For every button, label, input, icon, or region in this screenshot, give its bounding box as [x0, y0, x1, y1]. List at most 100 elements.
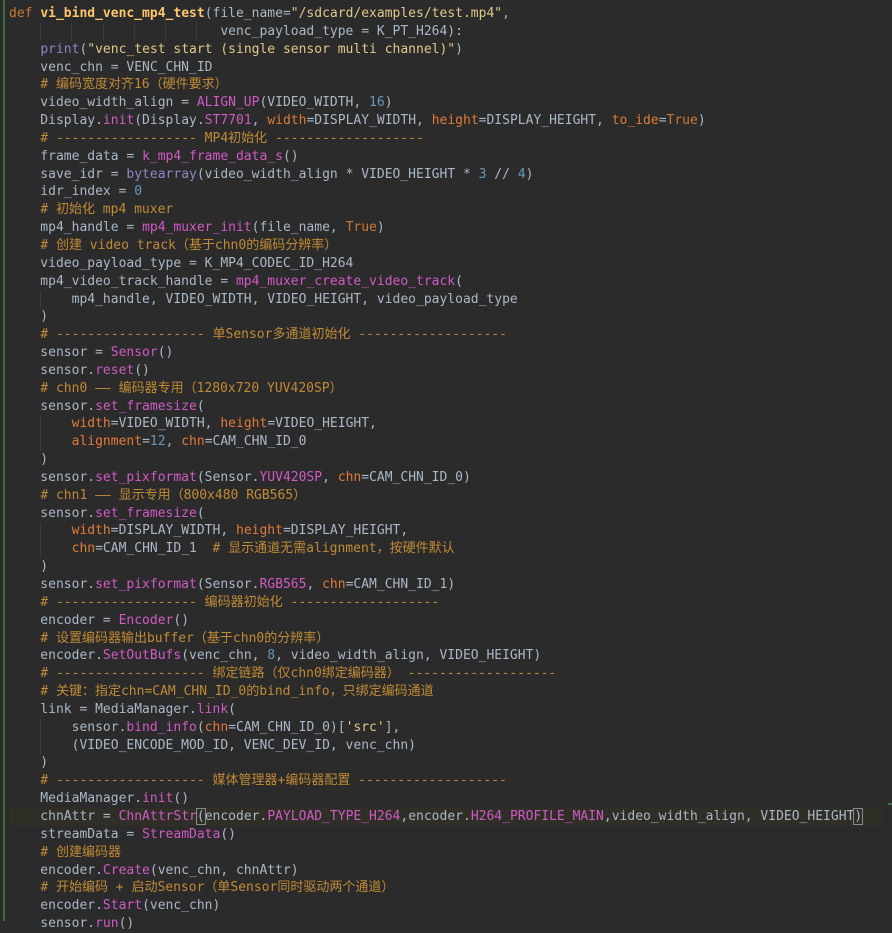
code-token: 12	[149, 434, 166, 450]
code-line[interactable]: # chn1 —— 显示专用（800x480 RGB565）	[9, 487, 882, 505]
code-line[interactable]: venc_payload_type = K_PT_H264):	[9, 22, 882, 41]
code-line[interactable]: # ------------------- 单Sensor多通道初始化 ----…	[9, 326, 882, 344]
code-token: print	[40, 41, 80, 57]
code-token: ST7701	[204, 113, 252, 129]
code-line[interactable]: sensor.set_pixformat(Sensor.RGB565, chn=…	[9, 576, 882, 594]
code-line[interactable]: def vi_bind_venc_mp4_test(file_name="/sd…	[9, 5, 882, 23]
code-token: Sensor	[110, 345, 158, 361]
code-token: )	[9, 452, 49, 468]
code-line[interactable]: # 开始编码 + 启动Sensor（单Sensor同时驱动两个通道）	[9, 879, 882, 897]
code-line[interactable]: # 编码宽度对齐16（硬件要求）	[9, 76, 882, 94]
code-line[interactable]: # 关键：指定chn=CAM_CHN_ID_0的bind_info，只绑定编码通…	[9, 683, 882, 701]
code-line[interactable]: MediaManager.init()	[9, 790, 882, 808]
code-token: # 开始编码 + 启动Sensor（单Sensor同时驱动两个通道）	[40, 880, 395, 896]
code-line[interactable]: save_idr = bytearray(video_width_align *…	[9, 166, 882, 184]
code-line[interactable]: encoder.Start(venc_chn)	[9, 897, 882, 915]
code-line[interactable]: sensor.set_pixformat(Sensor.YUV420SP, ch…	[9, 469, 882, 487]
code-token: reset	[95, 362, 135, 378]
code-token: (file_name=	[204, 6, 291, 21]
code-line[interactable]: sensor.bind_info(chn=CAM_CHN_ID_0)['src'…	[9, 718, 882, 737]
code-line[interactable]: width=DISPLAY_WIDTH, height=DISPLAY_HEIG…	[9, 522, 882, 541]
code-line[interactable]: link = MediaManager.link(	[9, 701, 882, 719]
indent-guide	[40, 290, 42, 309]
code-line[interactable]: sensor.run()	[9, 915, 882, 933]
code-token: (file_name,	[251, 220, 346, 236]
code-token: ()	[134, 362, 150, 378]
code-line[interactable]: width=VIDEO_WIDTH, height=VIDEO_HEIGHT,	[9, 415, 882, 434]
code-line[interactable]: # chn0 —— 编码器专用（1280x720 YUV420SP）	[9, 380, 882, 398]
code-token: height	[220, 416, 268, 432]
indent-guide	[165, 22, 166, 41]
code-token: =	[142, 434, 150, 450]
code-line[interactable]: sensor.set_framesize(	[9, 398, 882, 416]
code-token: 0	[134, 184, 143, 200]
code-line[interactable]: video_payload_type = K_MP4_CODEC_ID_H264	[9, 255, 882, 273]
code-line[interactable]: )	[9, 558, 882, 576]
code-line[interactable]: frame_data = k_mp4_frame_data_s()	[9, 148, 882, 166]
code-token: =DISPLAY_WIDTH,	[110, 523, 236, 539]
code-token: link = MediaManager.	[9, 701, 197, 717]
code-token: frame_data =	[9, 148, 143, 164]
code-line[interactable]: sensor.set_framesize(	[9, 505, 882, 523]
code-token: bind_info	[126, 719, 197, 735]
code-line[interactable]: sensor.reset()	[9, 362, 882, 380]
code-line[interactable]: Display.init(Display.ST7701, width=DISPL…	[9, 112, 882, 130]
code-token: height	[431, 113, 479, 129]
code-line[interactable]: # ------------------- 媒体管理器+编码器配置 ------…	[9, 772, 882, 790]
code-line[interactable]: streamData = StreamData()	[9, 826, 882, 844]
code-line[interactable]: # ------------------ 编码器初始化 ------------…	[9, 594, 882, 612]
code-line[interactable]: print("venc_test start (single sensor mu…	[9, 41, 882, 59]
code-area[interactable]: def vi_bind_venc_mp4_test(file_name="/sd…	[9, 5, 882, 933]
code-line[interactable]: )	[9, 754, 882, 772]
code-line[interactable]: chnAttr = ChnAttrStr(encoder.PAYLOAD_TYP…	[9, 807, 882, 826]
code-token: init	[102, 113, 135, 129]
code-line[interactable]: # 创建编码器	[9, 844, 882, 862]
code-token: =	[658, 113, 667, 129]
code-token: mp4_muxer_init	[142, 220, 252, 236]
code-token: streamData =	[9, 826, 143, 842]
code-line[interactable]: video_width_align = ALIGN_UP(VIDEO_WIDTH…	[9, 94, 882, 112]
code-line[interactable]: mp4_handle = mp4_muxer_init(file_name, T…	[9, 219, 882, 237]
code-token: ,encoder.	[400, 808, 471, 824]
code-line[interactable]: venc_chn = VENC_CHN_ID	[9, 59, 882, 77]
code-token: RGB565	[259, 577, 307, 592]
code-line[interactable]: mp4_video_track_handle = mp4_muxer_creat…	[9, 273, 882, 291]
code-line[interactable]: sensor = Sensor()	[9, 344, 882, 362]
code-token: # 关键：指定chn=CAM_CHN_ID_0的bind_info，只绑定编码通…	[40, 684, 434, 700]
code-line[interactable]: )	[9, 308, 882, 326]
code-line[interactable]: # ------------------- 绑定链路（仅chn0绑定编码器） -…	[9, 665, 882, 683]
code-line[interactable]: idr_index = 0	[9, 183, 882, 201]
code-token: (	[196, 719, 205, 735]
code-line[interactable]: )	[9, 451, 882, 469]
code-token: mp4_video_track_handle =	[9, 273, 236, 289]
code-token: =DISPLAY_WIDTH,	[306, 113, 432, 129]
code-token: k_mp4_frame_data_s	[142, 148, 283, 164]
code-editor[interactable]: def vi_bind_venc_mp4_test(file_name="/sd…	[0, 0, 892, 931]
code-line[interactable]: # 创建 video track（基于chn0的编码分辨率）	[9, 237, 882, 255]
code-line[interactable]: mp4_handle, VIDEO_WIDTH, VIDEO_HEIGHT, v…	[9, 290, 882, 309]
code-line[interactable]: # ------------------ MP4初始化 ------------…	[9, 130, 882, 148]
code-line[interactable]: # 设置编码器输出buffer（基于chn0的分辨率）	[9, 630, 882, 648]
code-token: 4	[517, 166, 526, 182]
code-token: ALIGN_UP	[196, 95, 260, 111]
code-token: (Display.	[134, 113, 205, 129]
code-token: # chn1 —— 显示专用（800x480 RGB565）	[40, 487, 307, 503]
code-line[interactable]: # 初始化 mp4 muxer	[9, 201, 882, 219]
code-line[interactable]: encoder.Create(venc_chn, chnAttr)	[9, 862, 882, 880]
code-line[interactable]: alignment=12, chn=CAM_CHN_ID_0	[9, 433, 882, 452]
code-token: (	[228, 701, 236, 717]
code-line[interactable]: (VIDEO_ENCODE_MOD_ID, VENC_DEV_ID, venc_…	[9, 736, 882, 755]
code-token: encoder.	[9, 898, 103, 914]
code-line[interactable]: encoder.SetOutBufs(venc_chn, 8, video_wi…	[9, 647, 882, 665]
code-line[interactable]: encoder = Encoder()	[9, 612, 882, 630]
indent-guide	[40, 433, 42, 452]
code-token: alignment	[71, 434, 143, 450]
code-token: sensor.	[9, 362, 96, 378]
code-token: # 显示通道无需alignment，按硬件默认	[212, 541, 455, 557]
code-line[interactable]: chn=CAM_CHN_ID_1 # 显示通道无需alignment，按硬件默认	[9, 540, 882, 559]
